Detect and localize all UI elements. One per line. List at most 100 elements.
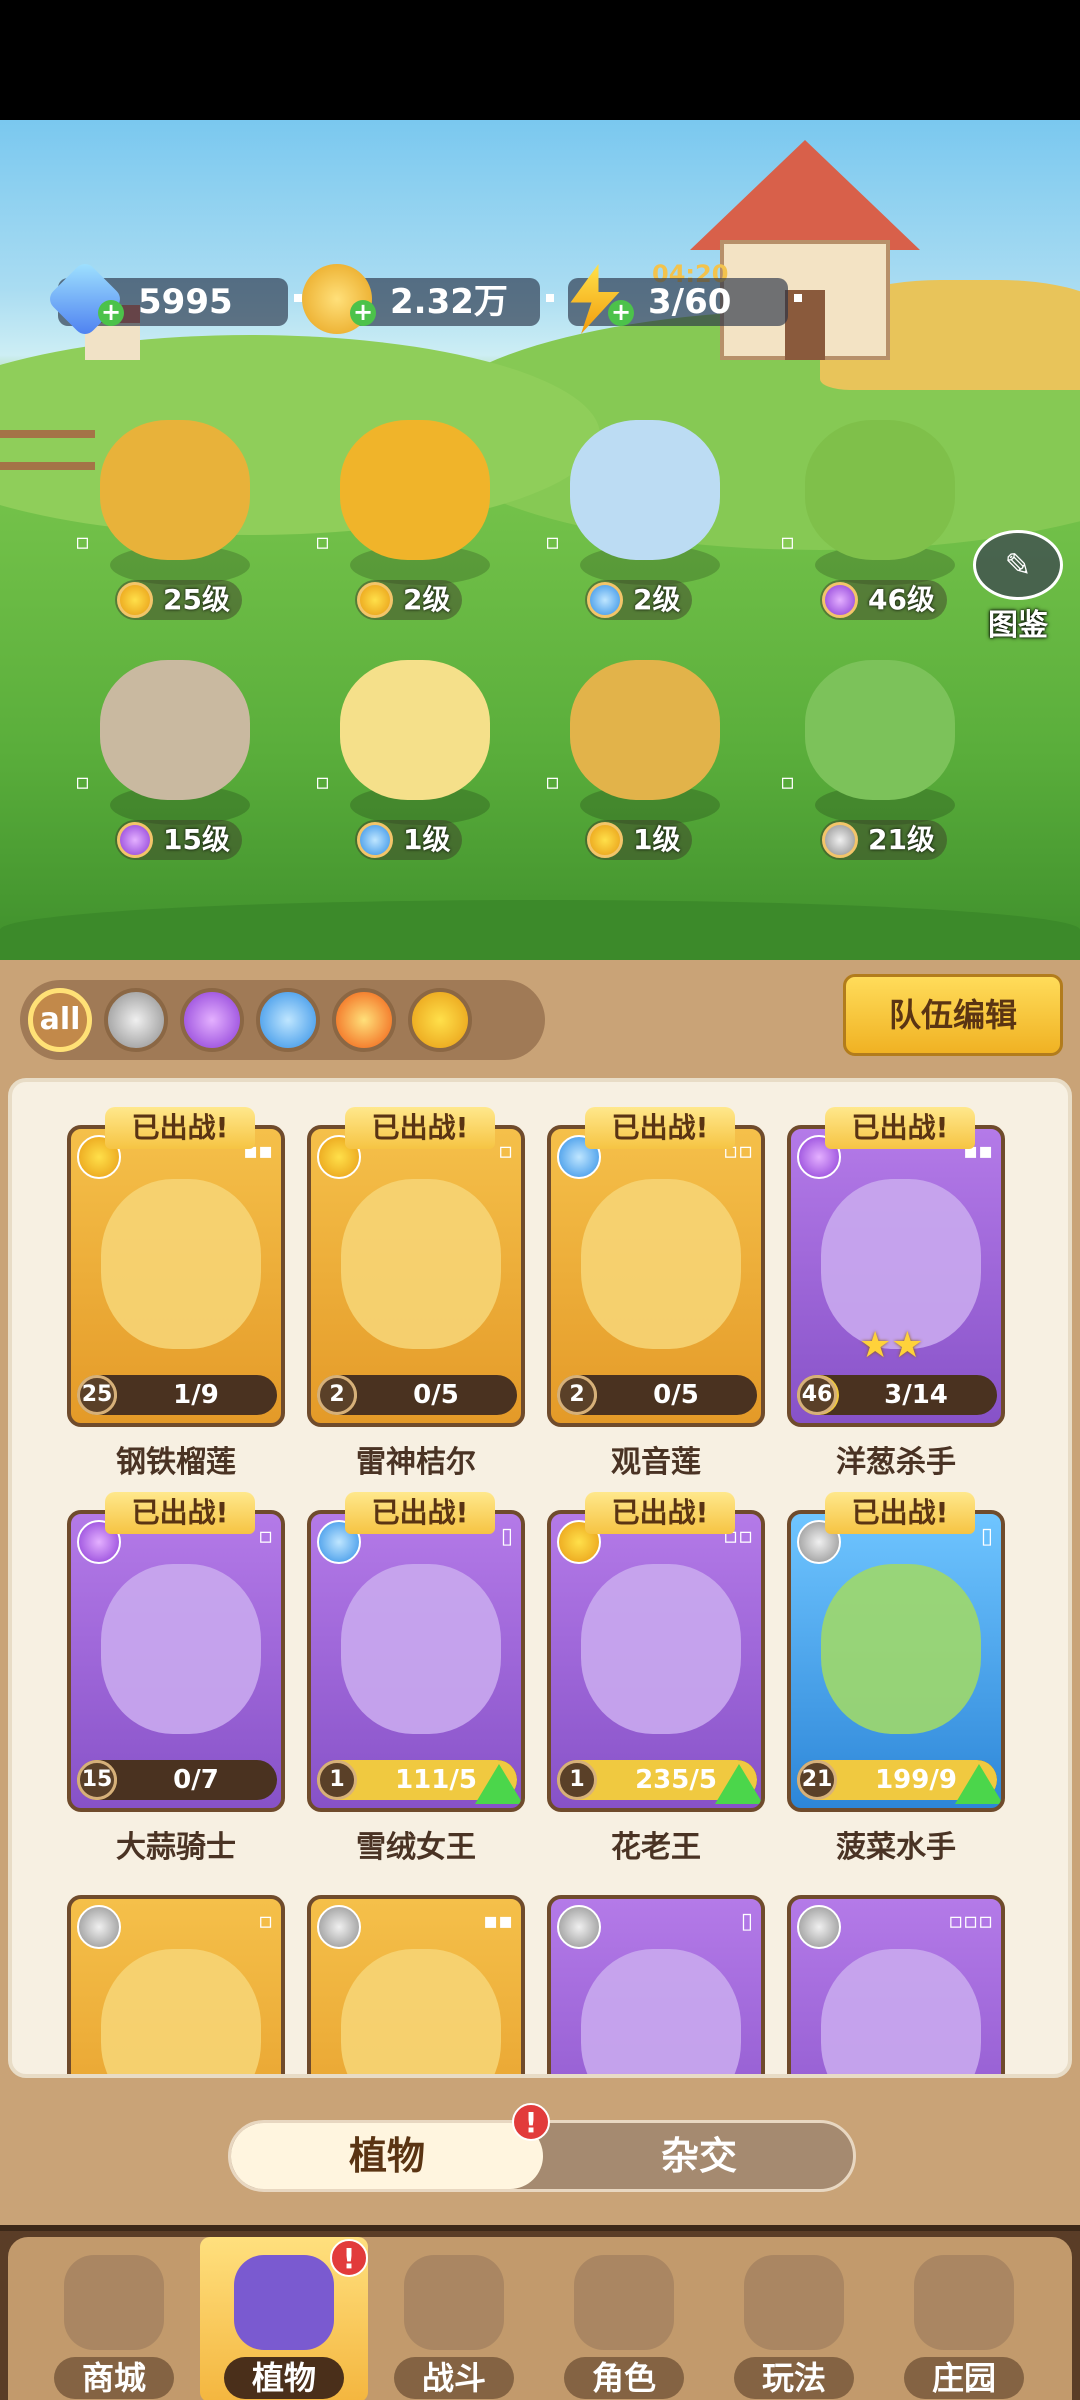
nav-item-0[interactable]: 商城 — [30, 2237, 198, 2400]
plant-level: 25级 — [115, 580, 242, 620]
filter-fire-icon[interactable] — [332, 988, 396, 1052]
card-level: 25 — [77, 1375, 117, 1415]
coin-counter[interactable]: + 2.32万 — [302, 264, 554, 334]
plant-card[interactable]: ▪▪ 25 1/9 — [67, 1125, 285, 1427]
team-edit-button[interactable]: 队伍编辑 — [843, 974, 1063, 1056]
slot-icon: ▫ — [498, 1139, 513, 1164]
slot-icon: ▯ — [500, 1524, 513, 1549]
card-grid: ▪▪ 25 1/9 已出战! 钢铁榴莲 ▫ 2 0/5 已出战! 雷神桔尔 ▫ ▫ 2 0/5 已出战! 观音… — [8, 1078, 1072, 2078]
field-plant[interactable]: ▫ 1级 — [540, 660, 740, 860]
plant-portrait — [101, 1179, 261, 1349]
nav-item-4[interactable]: 玩法 — [710, 2237, 878, 2400]
plant-sprite — [805, 660, 955, 800]
sword-icon — [77, 1905, 121, 1949]
dot-icon — [794, 294, 802, 302]
filter-sword-icon[interactable] — [104, 988, 168, 1052]
card-level: 46 — [797, 1375, 837, 1415]
bottom-nav: 商城 植物 战斗 角色 玩法 庄园 ! — [0, 2225, 1080, 2400]
deployed-tag: 已出战! — [825, 1107, 975, 1149]
nav-label: 庄园 — [904, 2357, 1024, 2399]
upgrade-arrow-icon[interactable] — [715, 1764, 761, 1804]
filter-poison-icon[interactable] — [180, 988, 244, 1052]
filter-thunder-icon[interactable] — [408, 988, 472, 1052]
plant-card[interactable]: ▯ — [547, 1895, 765, 2074]
slot-icon: ▫ — [75, 530, 90, 555]
gem-counter[interactable]: + 5995 — [45, 259, 302, 339]
tab-plants[interactable]: 植物 — [231, 2123, 543, 2189]
slot-icon: ▫ — [545, 530, 560, 555]
element-filter: all — [20, 980, 545, 1060]
nav-label: 植物 — [224, 2357, 344, 2399]
plant-card[interactable]: ▫▫▫ — [787, 1895, 1005, 2074]
field-plant[interactable]: ▫ 15级 — [70, 660, 270, 860]
water-icon — [357, 822, 393, 858]
dot-icon — [294, 294, 302, 302]
thunder-icon — [587, 822, 623, 858]
plant-card[interactable]: ▪▪ — [307, 1895, 525, 2074]
plant-card[interactable]: ▫ 2 0/5 — [307, 1125, 525, 1427]
plant-portrait — [341, 1949, 501, 2074]
plant-panel: all 队伍编辑 ▪▪ 25 1/9 已出战! 钢铁榴莲 ▫ 2 0/5 已出战! 雷神桔尔 ▫ ▫ 2… — [0, 960, 1080, 2225]
upgrade-arrow-icon[interactable] — [475, 1764, 521, 1804]
upgrade-arrow-icon[interactable] — [955, 1764, 1001, 1804]
plant-level: 1级 — [355, 820, 463, 860]
plant-card[interactable]: ▫ 15 0/7 — [67, 1510, 285, 1812]
slot-icon: ▫ — [780, 770, 795, 795]
field-plant[interactable]: ▫ 1级 — [310, 660, 510, 860]
deployed-tag: 已出战! — [105, 1492, 255, 1534]
atlas-button[interactable]: ✎ 图鉴 — [968, 530, 1068, 643]
slot-icon: ▫ — [315, 530, 330, 555]
level-text: 21级 — [868, 823, 935, 856]
progress-bar: 15 0/7 — [77, 1760, 277, 1800]
field-plant[interactable]: ▫ 25级 — [70, 420, 270, 620]
energy-counter[interactable]: + 3/60 — [568, 264, 802, 334]
card-name: 雪绒女王 — [356, 1830, 476, 1865]
status-bar — [0, 0, 1080, 120]
plant-card[interactable]: ▪▪ ★★ 46 3/14 — [787, 1125, 1005, 1427]
nav-item-5[interactable]: 庄园 — [880, 2237, 1048, 2400]
plant-sprite — [570, 420, 720, 560]
plant-portrait — [101, 1949, 261, 2074]
atlas-label: 图鉴 — [988, 608, 1048, 643]
nav-label: 角色 — [564, 2357, 684, 2399]
nav-item-2[interactable]: 战斗 — [370, 2237, 538, 2400]
nav-item-3[interactable]: 角色 — [540, 2237, 708, 2400]
nav-label: 战斗 — [394, 2357, 514, 2399]
nav-alert-badge: ! — [330, 2239, 368, 2277]
sword-icon — [797, 1905, 841, 1949]
deployed-tag: 已出战! — [105, 1107, 255, 1149]
card-name: 钢铁榴莲 — [116, 1445, 236, 1480]
plant-card[interactable]: ▫▫ 2 0/5 — [547, 1125, 765, 1427]
field-plant[interactable]: ▫ 2级 — [310, 420, 510, 620]
add-gem-icon[interactable]: + — [98, 300, 124, 326]
filter-water-icon[interactable] — [256, 988, 320, 1052]
plant-card[interactable]: ▫▫ 1 235/5 — [547, 1510, 765, 1812]
tab-hybrid[interactable]: 杂交 — [543, 2123, 855, 2189]
level-text: 1级 — [633, 823, 681, 856]
deployed-tag: 已出战! — [345, 1492, 495, 1534]
plant-portrait — [821, 1949, 981, 2074]
plant-card[interactable]: ▫ — [67, 1895, 285, 2074]
deployed-tag: 已出战! — [825, 1492, 975, 1534]
plant-card[interactable]: ▯ 21 199/9 — [787, 1510, 1005, 1812]
card-name: 观音莲 — [611, 1445, 701, 1480]
slot-icon: ▫ — [780, 530, 795, 555]
water-icon — [587, 582, 623, 618]
deployed-tag: 已出战! — [585, 1107, 735, 1149]
energy-amount: 3/60 — [648, 282, 732, 322]
plant-sprite — [100, 420, 250, 560]
plant-sprite — [100, 660, 250, 800]
card-level: 21 — [797, 1760, 837, 1800]
level-text: 15级 — [163, 823, 230, 856]
filter-all-button[interactable]: all — [28, 988, 92, 1052]
poison-icon — [822, 582, 858, 618]
add-energy-icon[interactable]: + — [608, 300, 634, 326]
level-text: 1级 — [403, 823, 451, 856]
field-plant[interactable]: ▫ 21级 — [775, 660, 975, 860]
field-plant[interactable]: ▫ 2级 — [540, 420, 740, 620]
plant-card[interactable]: ▯ 1 111/5 — [307, 1510, 525, 1812]
add-coin-icon[interactable]: + — [350, 300, 376, 326]
field-plant[interactable]: ▫ 46级 — [775, 420, 975, 620]
plant-sprite — [340, 660, 490, 800]
gem-amount: 5995 — [138, 282, 233, 322]
